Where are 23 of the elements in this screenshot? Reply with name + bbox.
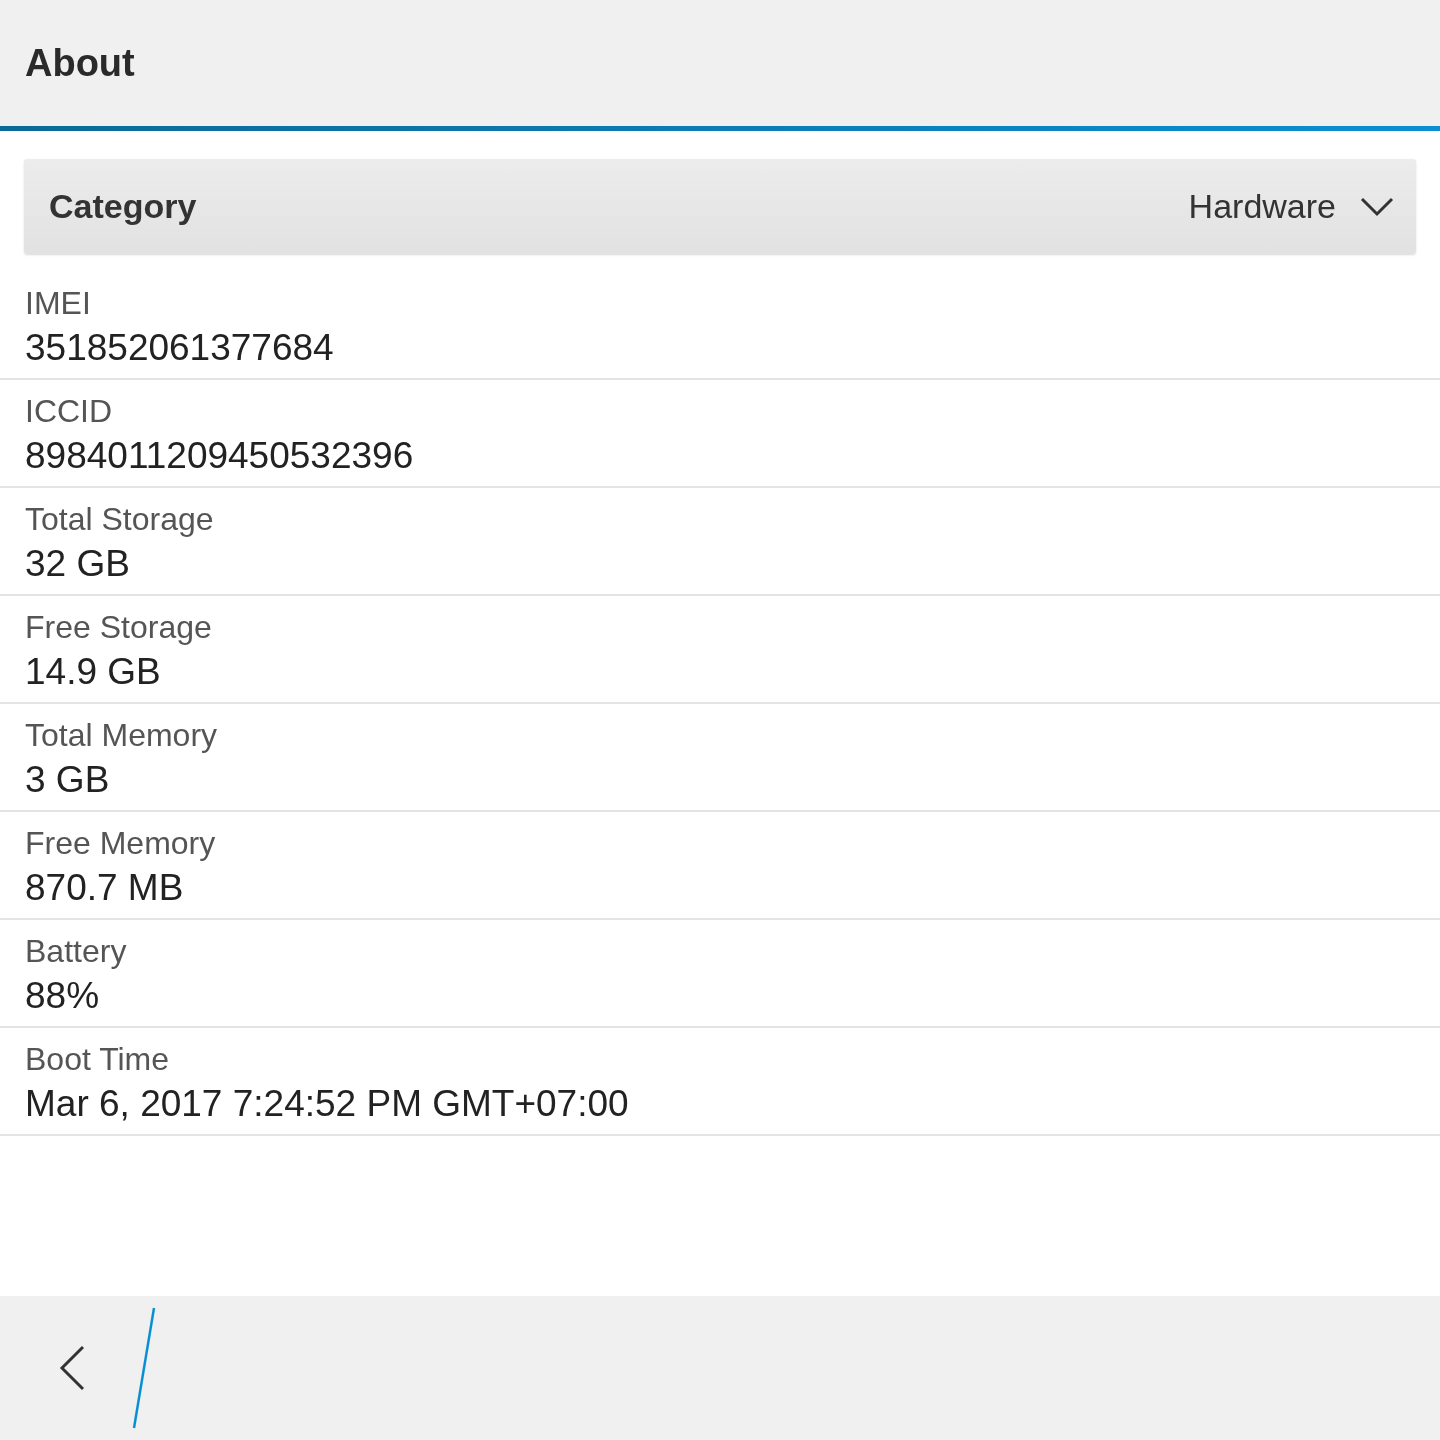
info-label: Total Storage bbox=[25, 500, 214, 539]
info-value: 3 GB bbox=[25, 758, 110, 802]
info-value: 32 GB bbox=[25, 542, 130, 586]
info-value: 14.9 GB bbox=[25, 650, 161, 694]
info-value: Mar 6, 2017 7:24:52 PM GMT+07:00 bbox=[25, 1082, 629, 1126]
info-label: Battery bbox=[25, 932, 127, 971]
back-icon[interactable] bbox=[58, 1345, 86, 1391]
dropdown-value: Hardware bbox=[1188, 186, 1336, 227]
info-label: Free Storage bbox=[25, 608, 212, 647]
info-label: Total Memory bbox=[25, 716, 218, 755]
divider-line-icon bbox=[132, 1307, 156, 1429]
page-title: About bbox=[25, 40, 135, 86]
chevron-down-icon bbox=[1360, 196, 1394, 217]
dropdown-label: Category bbox=[49, 186, 197, 227]
info-value: 351852061377684 bbox=[25, 326, 334, 370]
info-value: 870.7 MB bbox=[25, 866, 184, 910]
info-label: ICCID bbox=[25, 392, 113, 431]
info-value: 88% bbox=[25, 974, 100, 1018]
info-label: Free Memory bbox=[25, 824, 216, 863]
info-value: 8984011209450532396 bbox=[25, 434, 414, 478]
info-label: IMEI bbox=[25, 284, 91, 323]
category-dropdown[interactable]: Category Hardware bbox=[24, 159, 1416, 254]
info-label: Boot Time bbox=[25, 1040, 170, 1079]
